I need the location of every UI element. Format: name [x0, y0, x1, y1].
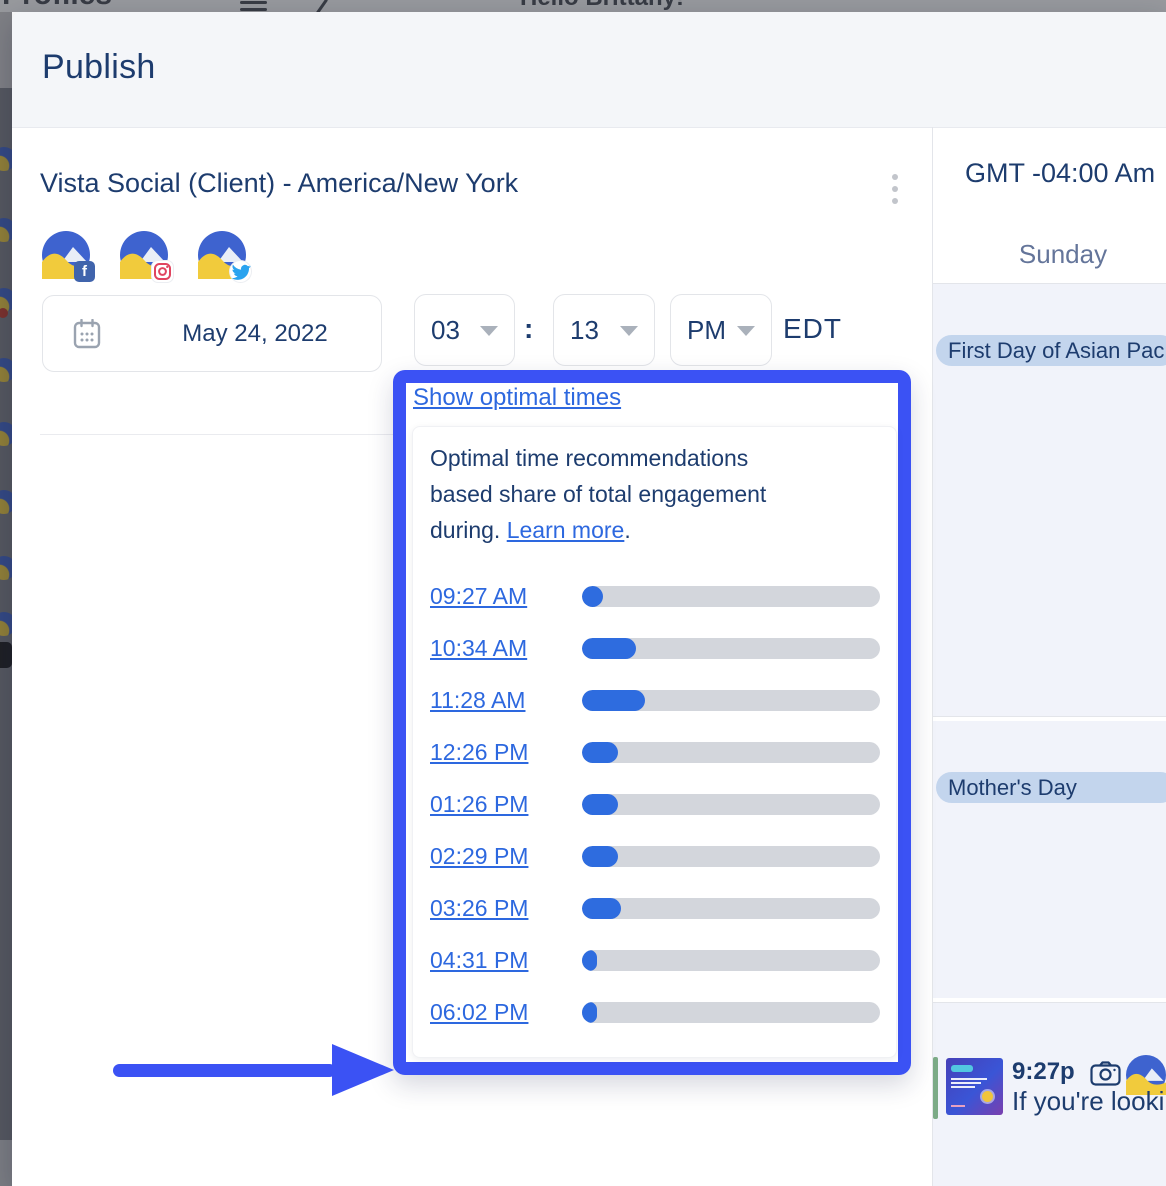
optimal-time-link[interactable]: 06:02 PM [430, 999, 582, 1026]
optimal-time-row: 02:29 PM [412, 830, 895, 882]
calendar-icon [73, 319, 101, 354]
engagement-share-bar [582, 742, 880, 763]
engagement-share-fill [582, 742, 618, 763]
calendar-day-cell[interactable] [933, 721, 1166, 998]
minute-value: 13 [570, 295, 599, 365]
engagement-share-fill [582, 690, 645, 711]
modal-header [12, 12, 1166, 128]
panel-row-border [933, 716, 1166, 717]
learn-more-link[interactable]: Learn more [507, 517, 625, 543]
calendar-event-chip[interactable]: First Day of Asian Pac… [936, 335, 1166, 366]
profile-group-title: Vista Social (Client) - America/New York [40, 168, 518, 199]
optimal-time-row: 10:34 AM [412, 622, 895, 674]
optimal-time-row: 03:26 PM [412, 882, 895, 934]
optimal-time-row: 11:28 AM [412, 674, 895, 726]
section-divider [40, 434, 393, 435]
optimal-times-list: 09:27 AM 10:34 AM 11:28 AM 12:26 PM 01:26 PM… [412, 570, 895, 1038]
date-value: May 24, 2022 [135, 296, 375, 371]
optimal-time-link[interactable]: 02:29 PM [430, 843, 582, 870]
account-avatar-twitter[interactable] [198, 231, 246, 279]
engagement-share-bar [582, 846, 880, 867]
optimal-time-link[interactable]: 09:27 AM [430, 583, 582, 610]
optimal-time-link[interactable]: 10:34 AM [430, 635, 582, 662]
optimal-time-link[interactable]: 11:28 AM [430, 687, 582, 714]
engagement-share-bar [582, 950, 880, 971]
engagement-share-bar [582, 638, 880, 659]
modal-title: Publish [42, 48, 156, 87]
engagement-share-fill [582, 638, 636, 659]
engagement-share-bar [582, 1002, 880, 1023]
account-avatar-facebook[interactable]: f [42, 231, 90, 279]
chevron-down-icon [480, 326, 498, 336]
meridiem-value: PM [687, 295, 726, 365]
optimal-time-link[interactable]: 01:26 PM [430, 791, 582, 818]
time-colon: : [524, 294, 533, 364]
optimal-time-link[interactable]: 12:26 PM [430, 739, 582, 766]
date-picker[interactable]: May 24, 2022 [42, 295, 382, 372]
show-optimal-times-link[interactable]: Show optimal times [413, 384, 621, 412]
background-left-strip [0, 12, 12, 1186]
account-avatar-instagram[interactable] [120, 231, 168, 279]
background-topbar: Profiles Hello Brittany! [0, 0, 1166, 12]
timezone-abbr: EDT [783, 294, 842, 364]
facebook-icon: f [74, 261, 95, 282]
optimal-time-row: 06:02 PM [412, 986, 895, 1038]
post-caption: If you're looki [1012, 1086, 1166, 1117]
engagement-share-bar [582, 898, 880, 919]
optimal-time-row: 12:26 PM [412, 726, 895, 778]
optimal-time-link[interactable]: 03:26 PM [430, 895, 582, 922]
calendar-timezone-header: GMT -04:00 Am [965, 158, 1155, 189]
chevron-down-icon [620, 326, 638, 336]
meridiem-select[interactable]: PM [670, 294, 772, 366]
twitter-icon [230, 261, 251, 282]
engagement-share-fill [582, 950, 597, 971]
minute-select[interactable]: 13 [553, 294, 655, 366]
engagement-share-bar [582, 794, 880, 815]
engagement-share-fill [582, 586, 603, 607]
engagement-share-bar [582, 690, 880, 711]
background-dim-overlay [0, 0, 1166, 12]
screen: Profiles Hello Brittany! Publish Vista S… [0, 0, 1166, 1186]
engagement-share-fill [582, 794, 618, 815]
optimal-time-link[interactable]: 04:31 PM [430, 947, 582, 974]
calendar-event-chip[interactable]: Mother's Day [936, 772, 1166, 803]
engagement-share-bar [582, 586, 880, 607]
optimal-times-description: Optimal time recommendations based share… [430, 440, 866, 548]
post-thumbnail [946, 1058, 1003, 1115]
optimal-time-row: 01:26 PM [412, 778, 895, 830]
instagram-icon [152, 261, 173, 282]
post-time: 9:27p [1012, 1058, 1075, 1086]
engagement-share-fill [582, 846, 618, 867]
engagement-share-fill [582, 1002, 597, 1023]
optimal-time-row: 09:27 AM [412, 570, 895, 622]
hour-value: 03 [431, 295, 460, 365]
engagement-share-fill [582, 898, 621, 919]
optimal-time-row: 04:31 PM [412, 934, 895, 986]
day-column-header: Sunday [933, 225, 1166, 283]
hour-select[interactable]: 03 [414, 294, 515, 366]
more-options-button[interactable] [892, 174, 900, 208]
post-status-accent [933, 1057, 938, 1119]
chevron-down-icon [737, 326, 755, 336]
annotation-arrow [113, 1064, 336, 1077]
scheduled-post-preview[interactable]: 9:27p If you're looki [933, 1055, 1166, 1119]
annotation-arrow-head [332, 1044, 394, 1096]
background-strip-dim [0, 12, 12, 1186]
